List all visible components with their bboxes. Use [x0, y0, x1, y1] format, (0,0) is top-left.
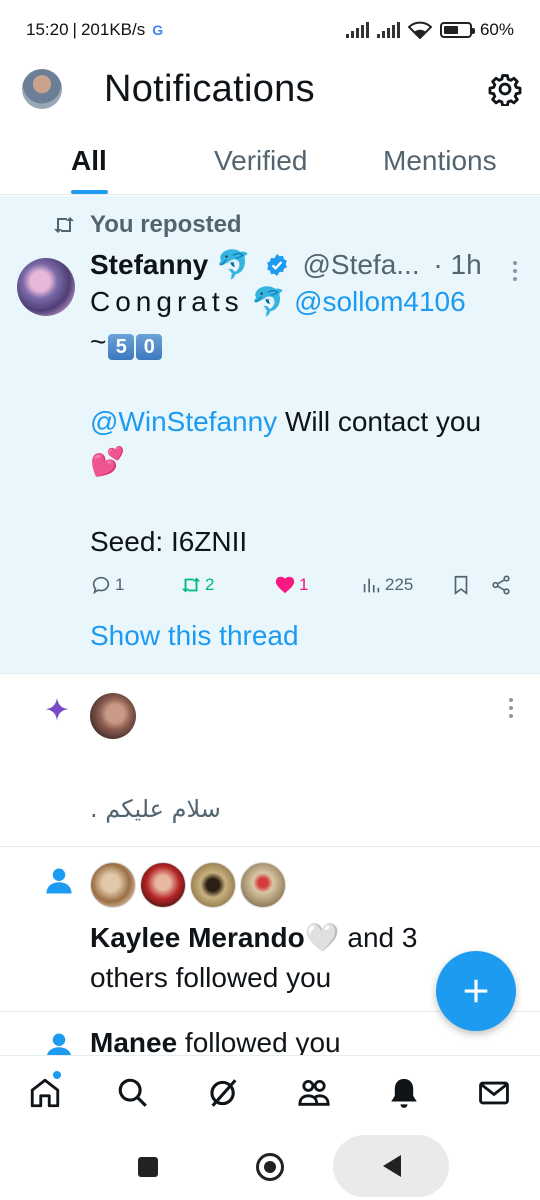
grok-icon[interactable]: [207, 1076, 241, 1110]
share-button[interactable]: [490, 574, 512, 596]
tab-all[interactable]: All: [71, 145, 107, 177]
views-button[interactable]: 225: [360, 574, 413, 596]
plus-icon: [464, 979, 488, 1003]
follower-avatars: [90, 862, 286, 908]
repost-icon: [54, 217, 74, 233]
tweet-actions: 1 2 1 225: [90, 574, 526, 604]
profile-avatar[interactable]: [22, 69, 62, 109]
google-icon: G: [152, 22, 164, 38]
notification-repost[interactable]: You reposted Stefanny 🐬 @Stefa... · 1h C…: [0, 196, 540, 674]
author-handle: @Stefa...: [302, 249, 420, 280]
notification-recommended-post[interactable]: سلام عليكم .: [0, 675, 540, 847]
more-options-icon[interactable]: [512, 260, 518, 282]
white-heart-emoji: 🤍: [304, 922, 340, 953]
mention-link[interactable]: @sollom4106: [294, 286, 466, 317]
signal-icon: [345, 22, 369, 38]
compose-button[interactable]: [436, 951, 516, 1031]
home-system-button[interactable]: [256, 1153, 284, 1181]
dolphin-emoji-2: 🐬: [251, 286, 287, 317]
notifications-bell-icon[interactable]: [387, 1076, 421, 1110]
tab-mentions[interactable]: Mentions: [383, 145, 497, 177]
author-name[interactable]: Stefanny: [90, 249, 208, 280]
contact-text: Will contact you: [277, 406, 482, 437]
verified-badge-icon: [266, 254, 287, 276]
like-count: 1: [299, 575, 309, 594]
follower-avatar-3[interactable]: [190, 862, 236, 908]
back-triangle-icon[interactable]: [383, 1155, 401, 1177]
more-options-icon-2[interactable]: [508, 697, 514, 719]
person-icon-2: [47, 1033, 71, 1055]
follower-avatar-1[interactable]: [90, 862, 136, 908]
tweet-body[interactable]: Congrats 🐬 @sollom4106 ~5 0 @WinStefanny …: [90, 282, 530, 562]
follower-name-2[interactable]: Manee: [90, 1027, 177, 1055]
messages-icon[interactable]: [477, 1076, 511, 1110]
reply-count: 1: [115, 575, 125, 594]
page-title: Notifications: [104, 68, 315, 110]
follower-avatar-4[interactable]: [240, 862, 286, 908]
dolphin-emoji: 🐬: [216, 249, 251, 280]
views-chart-icon: [363, 578, 380, 593]
mention-link-2[interactable]: @WinStefanny: [90, 406, 277, 437]
recents-button[interactable]: [138, 1157, 158, 1177]
tab-verified[interactable]: Verified: [214, 145, 307, 177]
bookmark-icon: [454, 575, 468, 595]
status-time: 15:20: [26, 20, 69, 39]
bookmark-button[interactable]: [450, 574, 472, 596]
author-avatar[interactable]: [17, 258, 75, 316]
author-avatar-2[interactable]: [90, 693, 136, 739]
seed-text: Seed: I6ZNII: [90, 526, 248, 557]
header: Notifications: [0, 60, 540, 120]
battery-icon: [439, 22, 475, 38]
settings-gear-icon[interactable]: [488, 72, 522, 106]
repost-active-icon: [181, 577, 201, 593]
system-navigation-bar: [0, 1135, 540, 1200]
follow-text: Kaylee Merando🤍 and 3 others followed yo…: [90, 918, 470, 998]
heart-filled-icon: [275, 576, 295, 594]
share-icon: [492, 575, 510, 595]
battery-percent: 60%: [479, 20, 514, 39]
wifi-icon: [407, 21, 432, 39]
congrats-text: Congrats: [90, 286, 244, 317]
reply-icon: [92, 576, 110, 595]
search-icon[interactable]: [116, 1076, 150, 1110]
arabic-post-text: سلام عليكم .: [90, 795, 221, 823]
home-icon[interactable]: [28, 1076, 62, 1110]
follow-text-2: Manee followed you: [90, 1027, 341, 1055]
status-bar: 15:20 | 201KB/s G 60%: [0, 0, 540, 60]
status-left: 15:20 | 201KB/s G: [26, 20, 163, 40]
keycap-0: 0: [136, 334, 163, 360]
sparkle-icon: [45, 697, 69, 721]
follower-avatar-2[interactable]: [140, 862, 186, 908]
person-icon: [46, 868, 72, 894]
bottom-navigation: [0, 1055, 540, 1135]
tilde-text: ~: [90, 326, 107, 357]
active-tab-indicator: [71, 190, 108, 194]
home-notification-dot: [53, 1071, 61, 1079]
reposted-label: You reposted: [90, 211, 242, 238]
hearts-emoji: 💕: [90, 446, 125, 477]
communities-icon[interactable]: [297, 1076, 331, 1110]
keycap-5: 5: [108, 334, 135, 360]
views-count: 225: [385, 575, 414, 594]
tweet-line-3: @WinStefanny Will contact you: [90, 402, 530, 442]
status-right: 60%: [345, 20, 514, 40]
follower-name[interactable]: Kaylee Merando: [90, 922, 305, 953]
notification-tabs: All Verified Mentions: [0, 135, 540, 195]
signal-icon-2: [376, 22, 400, 38]
follow-desc-2: followed you: [177, 1027, 341, 1055]
repost-button[interactable]: 2: [180, 574, 214, 596]
post-time: · 1h: [433, 249, 482, 280]
tweet-line-2: ~5 0: [90, 322, 530, 362]
status-speed: 201KB/s: [80, 20, 146, 39]
battery-fill: [443, 26, 459, 34]
like-button[interactable]: 1: [274, 574, 308, 596]
author-row: Stefanny 🐬 @Stefa... · 1h: [90, 248, 530, 284]
reply-button[interactable]: 1: [90, 574, 124, 596]
show-thread-link[interactable]: Show this thread: [90, 620, 299, 652]
status-separator: |: [72, 20, 77, 39]
repost-count: 2: [205, 575, 215, 594]
tweet-line-1: Congrats 🐬 @sollom4106: [90, 282, 530, 322]
